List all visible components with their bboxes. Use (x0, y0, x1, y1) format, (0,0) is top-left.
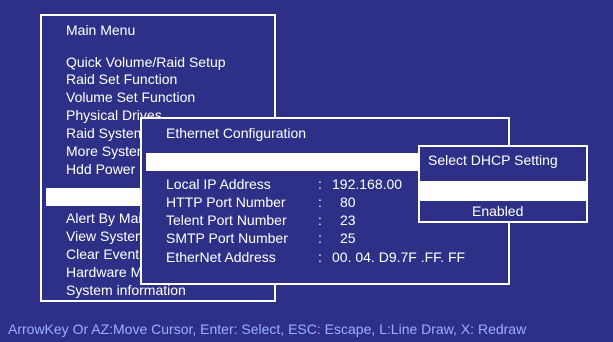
dhcp-setting-popup: Select DHCP Setting Disabled Enabled (418, 145, 588, 223)
http-port-label[interactable]: HTTP Port Number (166, 194, 286, 210)
ethernet-dhcp-row-selected[interactable] (146, 153, 422, 171)
ethernet-config-title: Ethernet Configuration (166, 125, 307, 141)
main-menu-title: Main Menu (66, 22, 136, 38)
local-ip-value: 192.168.00 (332, 176, 403, 192)
dhcp-popup-title: Select DHCP Setting (428, 152, 558, 168)
smtp-port-value: 25 (340, 230, 356, 246)
status-bar: ArrowKey Or AZ:Move Cursor, Enter: Selec… (0, 316, 613, 342)
dhcp-option-disabled-selected[interactable]: Disabled (420, 181, 586, 201)
telnet-port-value: 23 (340, 212, 356, 228)
dhcp-option-disabled-label: Disabled (474, 183, 529, 199)
local-ip-label[interactable]: Local IP Address (166, 176, 271, 192)
http-port-value: 80 (340, 194, 356, 210)
http-port-sep: : (318, 194, 322, 210)
menu-item-raid-set-function[interactable]: Raid Set Function (66, 71, 177, 87)
smtp-port-label[interactable]: SMTP Port Number (166, 230, 288, 246)
ethernet-address-sep: : (318, 249, 322, 265)
telnet-port-sep: : (318, 212, 322, 228)
menu-item-volume-set-function[interactable]: Volume Set Function (66, 89, 195, 105)
smtp-port-sep: : (318, 230, 322, 246)
ethernet-address-label[interactable]: EtherNet Address (166, 249, 276, 265)
telnet-port-label[interactable]: Telent Port Number (166, 212, 287, 228)
menu-item-quick-volume-raid-setup[interactable]: Quick Volume/Raid Setup (66, 54, 226, 70)
ethernet-address-value: 00. 04. D9.7F .FF. FF (332, 249, 466, 265)
local-ip-sep: : (318, 176, 322, 192)
menu-item-alert-by-mail[interactable]: Alert By Mail (66, 210, 145, 226)
dhcp-option-enabled[interactable]: Enabled (472, 203, 523, 219)
